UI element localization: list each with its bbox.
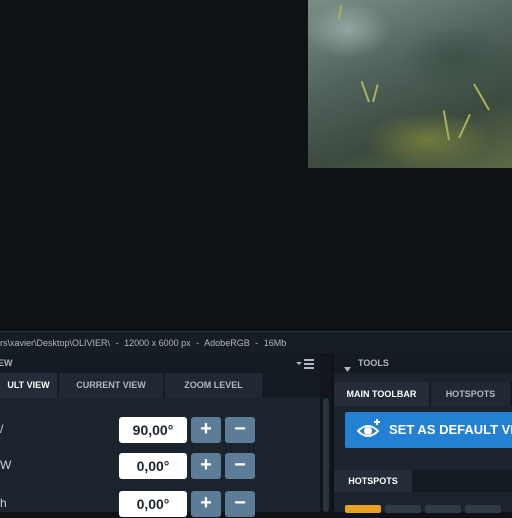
grass-detail	[360, 80, 370, 103]
separator: -	[115, 338, 119, 348]
scrollbar-thumb[interactable]	[323, 398, 329, 512]
view-tabs: ULT VIEW CURRENT VIEW ZOOM LEVEL	[0, 373, 320, 398]
tab-main-toolbar[interactable]: MAIN TOOLBAR	[334, 382, 429, 406]
panorama-viewport[interactable]	[0, 0, 512, 330]
yaw-label: W	[0, 458, 12, 472]
grass-detail	[442, 110, 450, 141]
pitch-decrement-button[interactable]: −	[225, 491, 255, 517]
hotspots-panel-tabs: HOTSPOTS	[334, 470, 512, 492]
file-path: rs\xavier\Desktop\OLIVIER\	[0, 338, 111, 348]
view-panel: EW ULT VIEW CURRENT VIEW ZOOM LEVEL / 90…	[0, 353, 320, 517]
grass-detail	[458, 114, 471, 139]
separator: -	[255, 338, 259, 348]
file-size: 16Mb	[263, 338, 287, 348]
tab-hotspots[interactable]: HOTSPOTS	[430, 382, 510, 406]
fov-value-field[interactable]: 90,00°	[119, 417, 187, 443]
tools-tabs: MAIN TOOLBAR HOTSPOTS	[334, 382, 512, 406]
fov-row: / 90,00° + −	[0, 416, 320, 444]
separator: -	[196, 338, 200, 348]
pitch-row: h 0,00° + −	[0, 490, 320, 518]
grass-detail	[338, 5, 343, 20]
eye-plus-icon	[356, 418, 383, 454]
tab-default-view[interactable]: ULT VIEW	[0, 373, 57, 398]
view-panel-header: EW	[0, 353, 320, 373]
tools-panel-header[interactable]: TOOLS	[334, 353, 512, 373]
yaw-row: W 0,00° + −	[0, 452, 320, 480]
panorama-preview-image[interactable]	[308, 0, 512, 168]
pitch-label: h	[0, 496, 7, 510]
image-dimensions: 12000 x 6000 px	[124, 338, 191, 348]
view-panel-title: EW	[0, 358, 13, 368]
pitch-value-field[interactable]: 0,00°	[119, 491, 187, 517]
tools-panel: TOOLS MAIN TOOLBAR HOTSPOTS SET AS DEFAU…	[334, 353, 512, 513]
set-default-view-button[interactable]: SET AS DEFAULT VI	[345, 412, 512, 448]
set-default-view-label: SET AS DEFAULT VI	[389, 422, 512, 437]
fov-decrement-button[interactable]: −	[225, 417, 255, 443]
status-bar: rs\xavier\Desktop\OLIVIER\ - 12000 x 600…	[0, 331, 512, 354]
grass-detail	[372, 84, 379, 103]
color-space: AdobeRGB	[204, 338, 250, 348]
fov-increment-button[interactable]: +	[191, 417, 221, 443]
pitch-increment-button[interactable]: +	[191, 491, 221, 517]
fov-label: /	[0, 422, 4, 436]
yaw-value-field[interactable]: 0,00°	[119, 453, 187, 479]
yaw-increment-button[interactable]: +	[191, 453, 221, 479]
triangle-down-icon[interactable]	[344, 360, 351, 380]
tools-panel-title: TOOLS	[358, 358, 389, 368]
tab-hotspots-panel[interactable]: HOTSPOTS	[334, 470, 412, 492]
grass-detail	[473, 83, 490, 111]
tab-current-view[interactable]: CURRENT VIEW	[59, 373, 163, 398]
yaw-decrement-button[interactable]: −	[225, 453, 255, 479]
panel-scrollbar[interactable]	[320, 353, 332, 512]
tab-zoom-level[interactable]: ZOOM LEVEL	[165, 373, 262, 398]
dropdown-menu-icon[interactable]	[296, 357, 316, 369]
